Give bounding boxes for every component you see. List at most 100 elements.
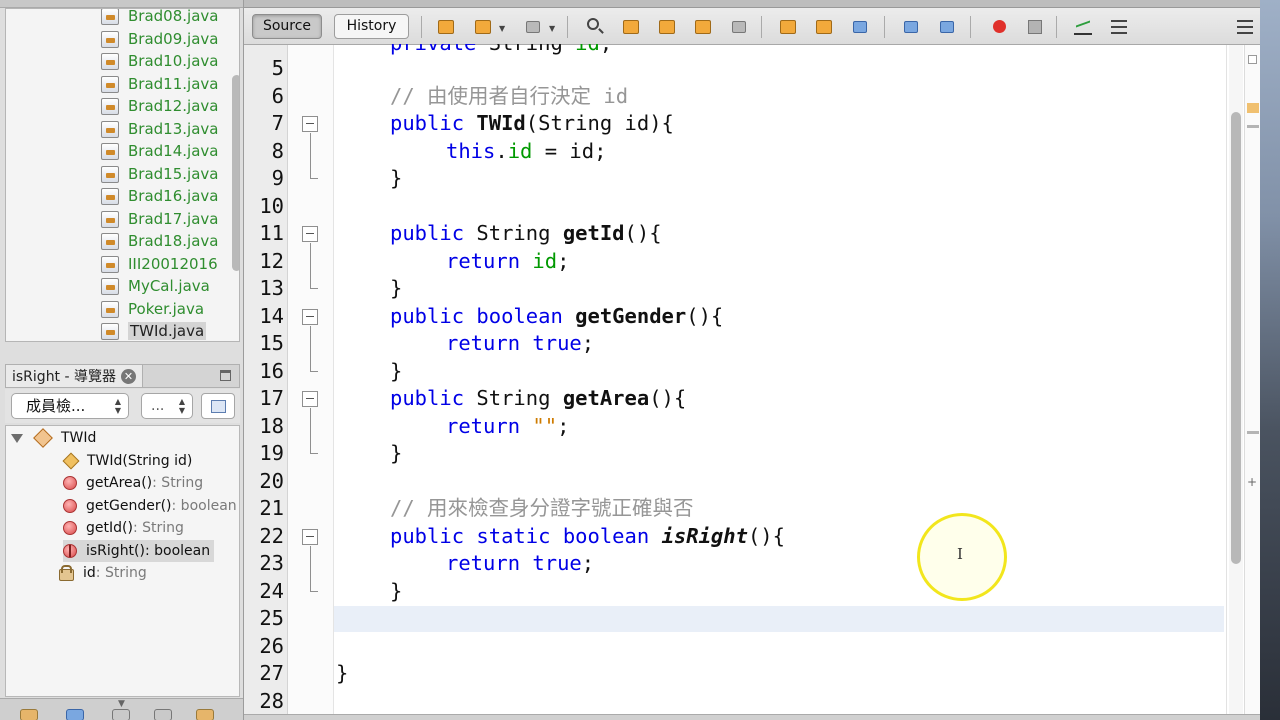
code-line-23: return true; — [446, 550, 594, 576]
navigator-class-node[interactable]: TWId — [11, 427, 96, 449]
navigator-member[interactable]: TWId(String id) — [62, 450, 193, 472]
line-number: 8 — [271, 139, 284, 163]
brace: } — [336, 661, 349, 685]
java-file-icon — [101, 142, 119, 160]
member-name: getGender() — [86, 498, 172, 514]
navigator-member[interactable]: getId() : String — [63, 517, 184, 539]
updown-icon: ▲ ▼ — [178, 397, 186, 415]
project-file-item-selected[interactable]: TWId.java — [101, 320, 207, 341]
navigator-member-selected[interactable]: isRight() : boolean — [63, 540, 215, 562]
fold-toggle-icon[interactable] — [302, 391, 318, 407]
close-icon[interactable]: ✕ — [121, 368, 137, 384]
member-name: TWId(String id) — [87, 453, 193, 469]
string-literal: "" — [532, 414, 558, 438]
code-line-7: public TWId(String id){ — [390, 110, 674, 136]
chevron-down-icon[interactable]: ▼ — [118, 699, 125, 709]
filter-select[interactable]: ... ▲ ▼ — [141, 393, 193, 419]
code-line-6: // 由使用者自行決定 id — [390, 83, 628, 109]
project-file-item[interactable]: Poker.java — [101, 298, 204, 320]
maximize-icon[interactable] — [220, 370, 231, 381]
line-number: 24 — [259, 579, 284, 603]
project-file-item[interactable]: Brad15.java — [101, 163, 218, 185]
navigator-options-button[interactable] — [201, 393, 235, 419]
java-file-icon — [101, 300, 119, 318]
toolbar-icon[interactable] — [112, 709, 130, 720]
java-file-icon — [101, 97, 119, 115]
navigator-member[interactable]: getGender() : boolean — [63, 495, 237, 517]
java-file-icon — [101, 75, 119, 93]
keyword: public — [390, 111, 465, 135]
project-file-item[interactable]: Brad16.java — [101, 185, 218, 207]
type: String — [476, 221, 551, 245]
member-type: : boolean — [144, 543, 211, 559]
line-number: 23 — [259, 551, 284, 575]
line-number: 11 — [259, 221, 284, 245]
line-number: 22 — [259, 524, 284, 548]
constructor-icon — [62, 452, 80, 470]
project-tree[interactable]: Brad08.java Brad09.java Brad10.java Brad… — [5, 8, 240, 342]
toolbar-icon[interactable] — [154, 709, 172, 720]
project-file-item[interactable]: Brad17.java — [101, 208, 218, 230]
params: (){ — [649, 386, 687, 410]
brace: } — [390, 276, 403, 300]
fold-toggle-icon[interactable] — [302, 116, 318, 132]
project-file-item[interactable]: Brad12.java — [101, 95, 218, 117]
project-file-item[interactable]: Brad08.java — [101, 9, 218, 27]
keyword: boolean — [476, 304, 563, 328]
project-file-item[interactable]: Brad09.java — [101, 28, 218, 50]
project-file-item[interactable]: MyCal.java — [101, 275, 210, 297]
fold-end — [310, 288, 318, 289]
navigator-tab[interactable]: isRight - 導覽器 ✕ — [6, 365, 144, 387]
navigator-toolbar: 成員檢... ▲ ▼ ... ▲ ▼ — [5, 389, 240, 423]
toolbar-icon[interactable] — [20, 709, 38, 720]
keyword: return — [446, 551, 521, 575]
punct: ; — [581, 331, 595, 355]
fold-line — [310, 408, 311, 453]
fold-toggle-icon[interactable] — [302, 309, 318, 325]
punct: . — [495, 139, 508, 163]
member-name: getArea() — [86, 475, 153, 491]
code-line-4-partial: private String id; — [390, 44, 612, 56]
comment: // 由使用者自行決定 id — [390, 84, 629, 108]
java-file-icon — [101, 30, 119, 48]
constructor-name: TWId — [476, 111, 526, 135]
line-number: 21 — [259, 496, 284, 520]
project-file-item[interactable]: Brad18.java — [101, 230, 218, 252]
project-file-item[interactable]: III20012016 — [101, 253, 218, 275]
navigator-member[interactable]: id : String — [58, 562, 147, 584]
line-number: 10 — [259, 194, 284, 218]
desktop-background — [1260, 0, 1280, 720]
method-name: getGender — [575, 304, 687, 328]
code-area[interactable]: 5 6 7 8 9 10 11 12 13 14 15 16 17 18 19 … — [244, 0, 1261, 720]
fold-toggle-icon[interactable] — [302, 226, 318, 242]
method-name: getId — [562, 221, 625, 245]
disclosure-triangle-icon[interactable] — [11, 433, 23, 443]
project-file-item[interactable]: Brad14.java — [101, 140, 218, 162]
project-file-item[interactable]: Brad10.java — [101, 50, 218, 72]
line-number: 14 — [259, 304, 284, 328]
member-view-select[interactable]: 成員檢... ▲ ▼ — [11, 393, 129, 419]
brace: } — [390, 579, 403, 603]
toolbar-icon[interactable] — [196, 709, 214, 720]
project-scrollbar[interactable] — [232, 75, 239, 271]
code-line-19: } — [390, 440, 402, 466]
project-file-item[interactable]: Brad11.java — [101, 73, 218, 95]
navigator-member[interactable]: getArea() : String — [63, 472, 203, 494]
toolbar-icon[interactable] — [66, 709, 84, 720]
member-type: : String — [152, 475, 204, 491]
field-lock-icon — [58, 565, 74, 581]
project-file-item[interactable]: Brad13.java — [101, 118, 218, 140]
member-type: : String — [95, 565, 147, 581]
keyword: return — [446, 414, 521, 438]
line-number: 9 — [271, 166, 284, 190]
fold-toggle-icon[interactable] — [302, 529, 318, 545]
member-type: : String — [132, 520, 184, 536]
navigator-tree[interactable]: TWId TWId(String id) getArea() : String … — [5, 425, 240, 697]
fold-end — [310, 178, 318, 179]
code-line-24: } — [390, 578, 402, 604]
member-name: getId() — [86, 520, 133, 536]
navigator-tab-title: isRight - 導覽器 — [12, 369, 117, 385]
keyword: public — [390, 524, 465, 548]
navigator-header: isRight - 導覽器 ✕ — [5, 364, 240, 388]
code-line-9: } — [390, 165, 402, 191]
